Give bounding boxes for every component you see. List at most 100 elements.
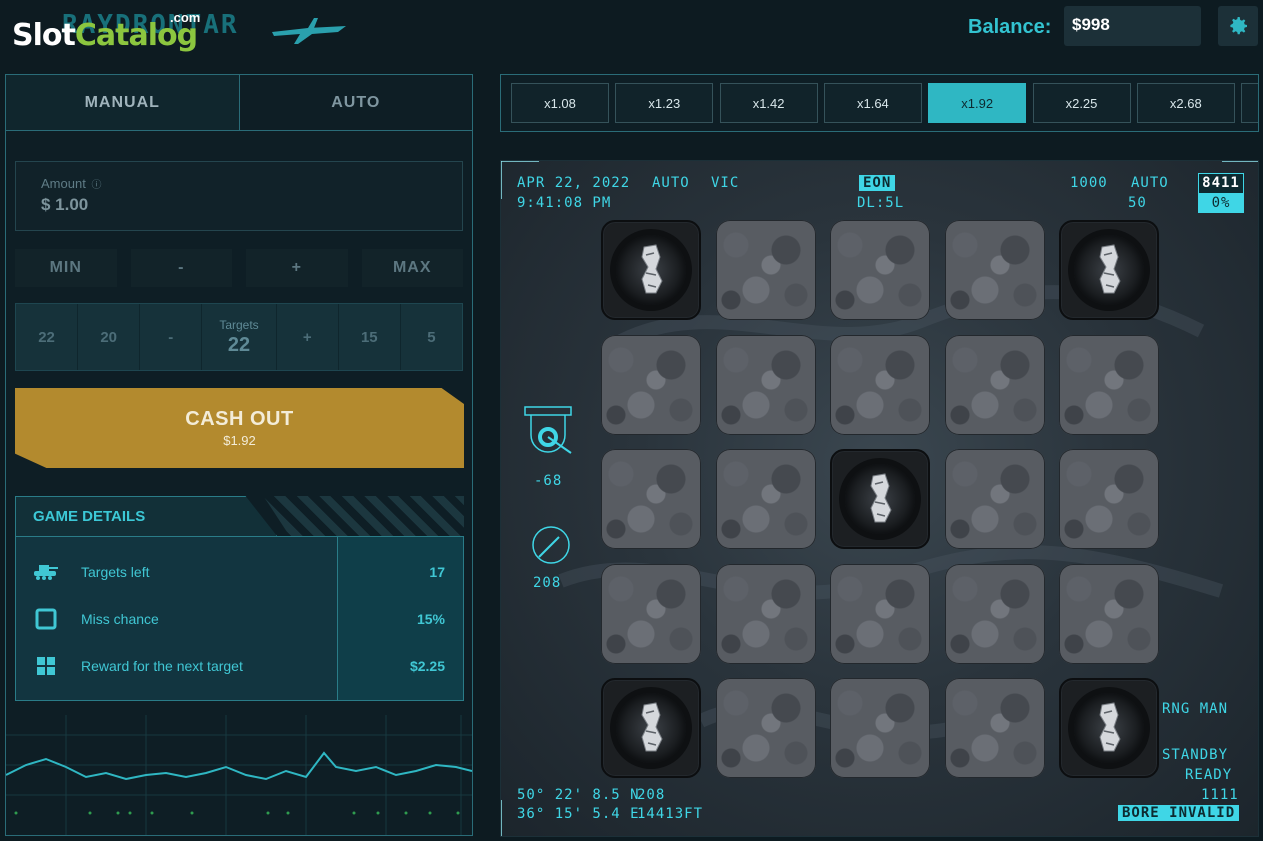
hidden-target-tile[interactable] [1059, 563, 1159, 664]
hud-gauge2-value: 208 [533, 575, 562, 591]
details-value: 17 [429, 564, 445, 580]
multiplier-x1-23: x1.23 [615, 83, 714, 123]
game-details-table: Targets left 17 Miss chance 15% Reward f… [15, 536, 464, 701]
max-button[interactable]: MAX [361, 249, 463, 287]
targets-selector: 22 20 - Targets 22 + 15 5 [15, 303, 463, 371]
hidden-target-tile[interactable] [715, 563, 816, 664]
targets-option-15[interactable]: 15 [339, 304, 401, 370]
hidden-target-tile[interactable] [1059, 334, 1159, 435]
hidden-target-tile[interactable] [830, 334, 930, 435]
details-value: 15% [416, 611, 445, 627]
amount-label-row: Amount ⓘ [41, 176, 437, 191]
wreckage-icon [616, 235, 686, 305]
hud-eon-badge: EON [859, 175, 896, 191]
hud-alt: 14413FT [637, 806, 704, 822]
hidden-target-tile[interactable] [601, 563, 701, 664]
mode-tabs: MANUAL AUTO [6, 75, 472, 131]
multiplier-next-partial [1241, 83, 1258, 123]
hud-bore: BORE INVALID [1118, 805, 1240, 821]
amount-field[interactable]: Amount ⓘ $ 1.00 [15, 161, 463, 231]
amount-label: Amount [41, 176, 86, 191]
cash-out-label: CASH OUT [185, 408, 294, 430]
wreckage-icon [845, 464, 915, 534]
hud-top-right-a: 1000 [1070, 175, 1108, 191]
wreckage-icon [616, 693, 686, 763]
targets-display: Targets 22 [202, 304, 277, 370]
multiplier-x2-25: x2.25 [1032, 83, 1131, 123]
hidden-target-tile[interactable] [944, 449, 1045, 549]
settings-button[interactable] [1218, 6, 1258, 46]
hud-top-right-c: 50 [1128, 195, 1147, 211]
hidden-target-tile[interactable] [830, 678, 930, 778]
hidden-target-tile[interactable] [1059, 449, 1159, 549]
hud-standby: STANDBY [1162, 747, 1229, 763]
hud-counter: 8411 [1199, 174, 1243, 193]
tab-auto[interactable]: AUTO [240, 75, 473, 130]
targets-increase-button[interactable]: + [277, 304, 339, 370]
hud-time: 9:41:08 PM [517, 195, 612, 211]
decorative-stripes [263, 496, 464, 536]
details-row-reward: Reward for the next target $2.25 [16, 643, 463, 689]
watermark-com: .com [170, 10, 201, 25]
details-row-miss-chance: Miss chance 15% [16, 596, 463, 642]
multiplier-x1-42: x1.42 [719, 83, 818, 123]
bet-panel: MANUAL AUTO Amount ⓘ $ 1.00 MIN - + MAX … [5, 74, 473, 836]
hidden-target-tile[interactable] [944, 678, 1045, 778]
hidden-target-tile[interactable] [830, 563, 930, 664]
square-icon [33, 608, 59, 630]
destroyed-target-tile [1059, 678, 1159, 778]
targets-option-22[interactable]: 22 [16, 304, 79, 370]
targets-decrease-button[interactable]: - [140, 304, 203, 370]
hidden-target-tile[interactable] [830, 220, 930, 320]
hud-mode: AUTO [652, 175, 690, 191]
hidden-target-tile[interactable] [944, 220, 1045, 320]
details-row-targets-left: Targets left 17 [16, 549, 463, 595]
hidden-target-tile[interactable] [944, 563, 1045, 664]
hud-lat-val: 208 [637, 787, 666, 803]
hud-code: 1111 [1201, 787, 1239, 803]
multiplier-x2-68: x2.68 [1136, 83, 1235, 123]
tilt-gauge-icon [524, 406, 572, 454]
hidden-target-tile[interactable] [601, 334, 701, 435]
targets-option-20[interactable]: 20 [78, 304, 141, 370]
hud-lon: 36° 15' 5.4 E [517, 806, 640, 822]
hidden-target-tile[interactable] [601, 449, 701, 549]
hidden-target-tile[interactable] [715, 220, 816, 320]
details-label: Reward for the next target [81, 658, 243, 674]
hud-dl: DL:5L [857, 195, 905, 211]
watermark-slot: Slot [12, 18, 76, 53]
hud-counter-box: 8411 0% [1198, 173, 1244, 213]
min-button[interactable]: MIN [15, 249, 117, 287]
hidden-target-tile[interactable] [944, 334, 1045, 435]
balance-value: $998 [1064, 6, 1201, 46]
hidden-target-tile[interactable] [715, 678, 816, 778]
compass-gauge-icon [532, 526, 570, 564]
header: RAYDRONTAR SlotCatalog .com Balance: $99… [0, 0, 1263, 58]
hidden-target-tile[interactable] [715, 449, 816, 549]
grid-icon [33, 655, 59, 677]
targets-option-5[interactable]: 5 [401, 304, 462, 370]
decrease-button[interactable]: - [130, 249, 232, 287]
amount-buttons: MIN - + MAX [15, 249, 463, 287]
destroyed-target-tile [830, 449, 930, 549]
wreckage-icon [1074, 235, 1144, 305]
destroyed-target-tile [601, 220, 701, 320]
hud-rng: RNG MAN [1162, 701, 1229, 717]
info-icon[interactable]: ⓘ [91, 180, 101, 191]
tank-icon [33, 562, 59, 582]
details-label: Targets left [81, 564, 150, 580]
cash-out-amount: $1.92 [223, 433, 256, 448]
hud-bore-badge: BORE INVALID [1118, 805, 1240, 821]
hud-date: APR 22, 2022 [517, 175, 631, 191]
drone-icon [272, 18, 346, 44]
tab-manual[interactable]: MANUAL [6, 75, 240, 130]
multiplier-x1-92: x1.92 [928, 83, 1027, 123]
targets-value: 22 [227, 333, 251, 356]
increase-button[interactable]: + [246, 249, 348, 287]
targets-label: Targets [219, 317, 259, 332]
cash-out-button[interactable]: CASH OUT $1.92 [15, 388, 464, 468]
wreckage-icon [1074, 693, 1144, 763]
details-label: Miss chance [81, 611, 159, 627]
hidden-target-tile[interactable] [715, 334, 816, 435]
amount-value: $ 1.00 [41, 195, 89, 214]
